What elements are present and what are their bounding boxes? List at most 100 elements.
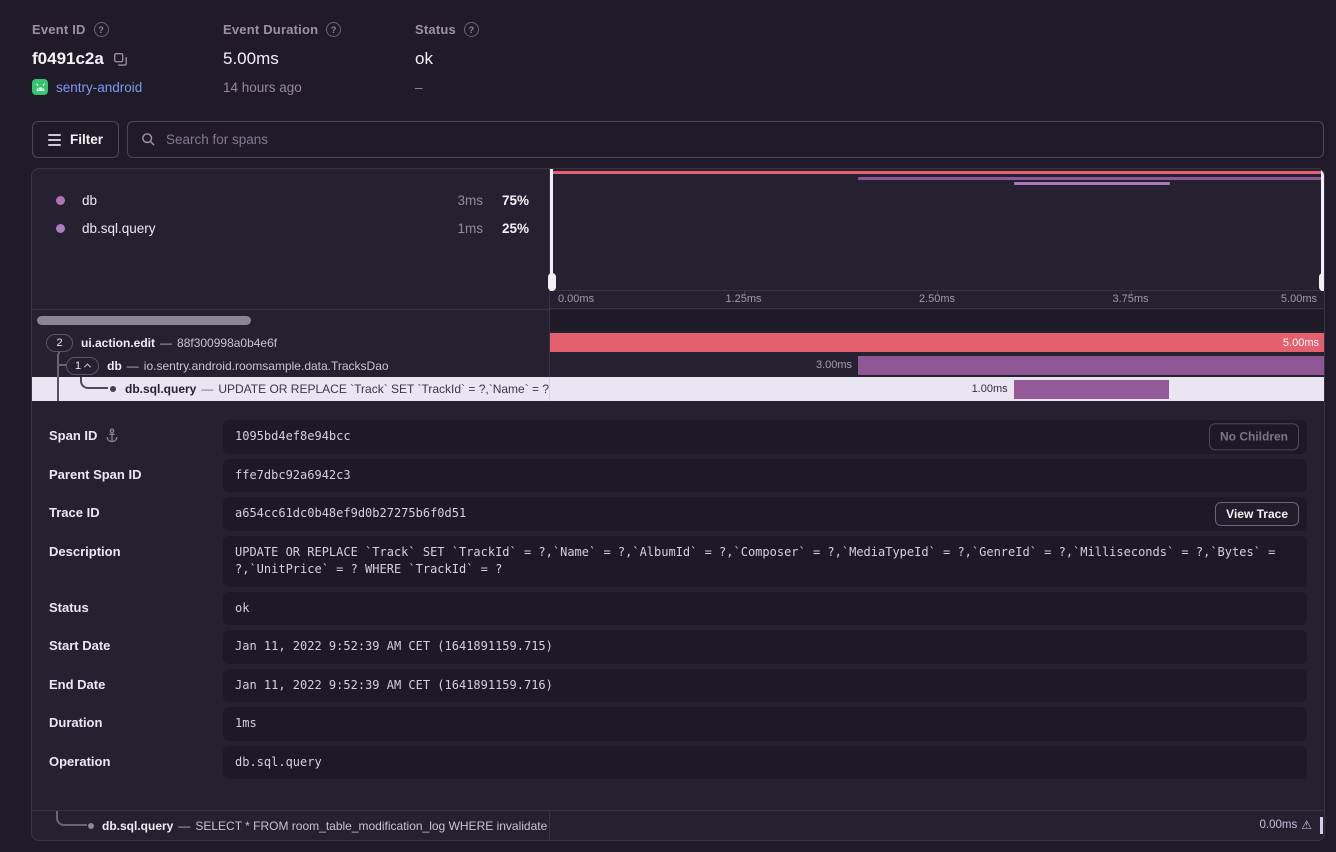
- detail-label: Description: [49, 544, 121, 559]
- axis-tick-label: 1.25ms: [725, 293, 761, 305]
- span-desc: SELECT * FROM room_table_modification_lo…: [195, 819, 547, 833]
- status-sub: –: [415, 80, 479, 95]
- dash-separator: —: [178, 819, 190, 833]
- detail-label: Trace ID: [49, 505, 100, 520]
- anchor-icon[interactable]: [105, 428, 119, 443]
- span-id-value: 1095bd4ef8e94bcc: [235, 429, 351, 443]
- legend-percent: 25%: [483, 221, 529, 236]
- detail-label: Status: [49, 600, 89, 615]
- trace-header-section: db 3ms 75% db.sql.query 1ms 25%: [32, 169, 1324, 331]
- span-op: db: [107, 359, 122, 373]
- children-count: 1: [75, 360, 81, 372]
- duration-text: 0.00ms: [1260, 811, 1298, 840]
- span-children-count-pill[interactable]: 1: [66, 357, 99, 375]
- minimap-substrip: [550, 310, 1324, 331]
- event-id-value: f0491c2a: [32, 49, 104, 69]
- span-tree: 2 ui.action.edit—88f300998a0b4e6f 5.00ms…: [32, 331, 1324, 401]
- detail-value-box: db.sql.query: [223, 746, 1307, 780]
- detail-row-duration: Duration 1ms: [49, 707, 1307, 741]
- tree-elbow: [56, 811, 87, 826]
- span-detail-page: { "header": { "event_id": { "label": "Ev…: [0, 0, 1336, 852]
- span-duration-label: 0.00ms ⚠: [1260, 811, 1312, 840]
- span-row-db-sql-query-selected[interactable]: db.sql.query — UPDATE OR REPLACE `Track` S…: [32, 377, 1324, 401]
- detail-value-box: 1ms: [223, 707, 1307, 741]
- status-value: ok: [415, 49, 479, 69]
- minimap-right-handle[interactable]: [1321, 169, 1324, 291]
- tree-elbow: [80, 377, 108, 389]
- status-label: Status: [415, 22, 456, 37]
- span-toolbar: Filter: [32, 121, 1324, 158]
- minimap-span-line: [1014, 182, 1170, 185]
- status-help-icon[interactable]: ?: [464, 22, 479, 37]
- axis-tick-label: 2.50ms: [919, 293, 955, 305]
- event-header: Event ID ? f0491c2a s: [32, 22, 479, 95]
- filter-button[interactable]: Filter: [32, 121, 119, 158]
- dash-separator: —: [127, 359, 139, 373]
- legend-duration: 1ms: [423, 221, 483, 236]
- span-children-count-pill[interactable]: 2: [46, 334, 73, 352]
- tree-line: [57, 377, 59, 401]
- horizontal-scrollbar[interactable]: [32, 309, 549, 331]
- filter-icon: [48, 134, 61, 146]
- span-duration-bar[interactable]: 5.00ms: [550, 333, 1324, 352]
- event-duration-help-icon[interactable]: ?: [326, 22, 341, 37]
- no-children-badge: No Children: [1209, 423, 1299, 451]
- detail-row-span-id: Span ID 1095bd4ef8e94bcc No Children: [49, 420, 1307, 454]
- axis-tick-label: 0.00ms: [558, 293, 594, 305]
- span-title: db.sql.query — UPDATE OR REPLACE `Track` S…: [125, 382, 550, 396]
- detail-label: Parent Span ID: [49, 467, 141, 482]
- dash-separator: —: [160, 336, 172, 350]
- axis-tick-label: 3.75ms: [1112, 293, 1148, 305]
- detail-row-operation: Operation db.sql.query: [49, 746, 1307, 780]
- legend-item-db[interactable]: db 3ms 75%: [32, 186, 549, 214]
- legend-dot: [56, 224, 65, 233]
- span-desc: UPDATE OR REPLACE `Track` SET `TrackId` …: [218, 382, 550, 396]
- detail-value-box: 1095bd4ef8e94bcc No Children: [223, 420, 1307, 454]
- span-search-box: [127, 121, 1324, 158]
- minimap-span-line: [858, 177, 1324, 180]
- span-title: ui.action.edit—88f300998a0b4e6f: [81, 336, 277, 350]
- search-icon: [141, 132, 156, 147]
- operations-legend: db 3ms 75% db.sql.query 1ms 25%: [32, 169, 550, 331]
- detail-value-box: ok: [223, 592, 1307, 626]
- detail-value-box: a654cc61dc0b48ef9d0b27275b6f0d51 View Tr…: [223, 497, 1307, 531]
- dash-separator: —: [201, 382, 213, 396]
- detail-label: Span ID: [49, 428, 97, 443]
- scrollbar-thumb[interactable]: [37, 316, 251, 325]
- project-link[interactable]: sentry-android: [32, 79, 223, 95]
- detail-row-parent-span-id: Parent Span ID ffe7dbc92a6942c3: [49, 459, 1307, 493]
- span-row-db[interactable]: 1 db—io.sentry.android.roomsample.data.T…: [32, 354, 1324, 377]
- detail-row-end-date: End Date Jan 11, 2022 9:52:39 AM CET (16…: [49, 669, 1307, 703]
- span-duration-label: 1.00ms: [972, 377, 1008, 401]
- filter-button-label: Filter: [70, 132, 103, 147]
- operation-value: db.sql.query: [235, 755, 322, 769]
- span-duration-label: 3.00ms: [816, 354, 852, 377]
- parent-span-id-value: ffe7dbc92a6942c3: [235, 468, 351, 482]
- span-op: db.sql.query: [102, 819, 173, 833]
- duration-value: 1ms: [235, 716, 257, 730]
- detail-value-box: Jan 11, 2022 9:52:39 AM CET (1641891159.…: [223, 669, 1307, 703]
- end-date-value: Jan 11, 2022 9:52:39 AM CET (1641891159.…: [235, 678, 553, 692]
- axis-tick-label: 5.00ms: [1281, 293, 1317, 305]
- minimap-chart[interactable]: [550, 169, 1324, 291]
- event-id-help-icon[interactable]: ?: [94, 22, 109, 37]
- start-date-value: Jan 11, 2022 9:52:39 AM CET (1641891159.…: [235, 639, 553, 653]
- minimap-left-handle[interactable]: [550, 169, 553, 291]
- span-duration-bar[interactable]: [858, 356, 1324, 375]
- copy-icon[interactable]: [113, 52, 128, 67]
- span-row-db-sql-query-select[interactable]: db.sql.query — SELECT * FROM room_table_mo…: [32, 810, 1324, 840]
- chevron-up-icon: [84, 363, 91, 370]
- event-duration-column: Event Duration ? 5.00ms 14 hours ago: [223, 22, 415, 95]
- legend-item-db-sql-query[interactable]: db.sql.query 1ms 25%: [32, 214, 549, 242]
- span-duration-bar[interactable]: [1014, 380, 1170, 399]
- span-details-panel: Span ID 1095bd4ef8e94bcc No Children Par…: [32, 401, 1324, 812]
- view-trace-button[interactable]: View Trace: [1215, 502, 1299, 526]
- detail-label: Duration: [49, 715, 102, 730]
- android-platform-icon: [32, 79, 48, 95]
- search-input[interactable]: [166, 132, 1310, 147]
- span-op: db.sql.query: [125, 382, 196, 396]
- legend-op-name: db.sql.query: [82, 221, 423, 236]
- span-duration-bar: [1320, 817, 1323, 834]
- span-row-ui-action-edit[interactable]: 2 ui.action.edit—88f300998a0b4e6f 5.00ms: [32, 331, 1324, 354]
- status-column: Status ? ok –: [415, 22, 479, 95]
